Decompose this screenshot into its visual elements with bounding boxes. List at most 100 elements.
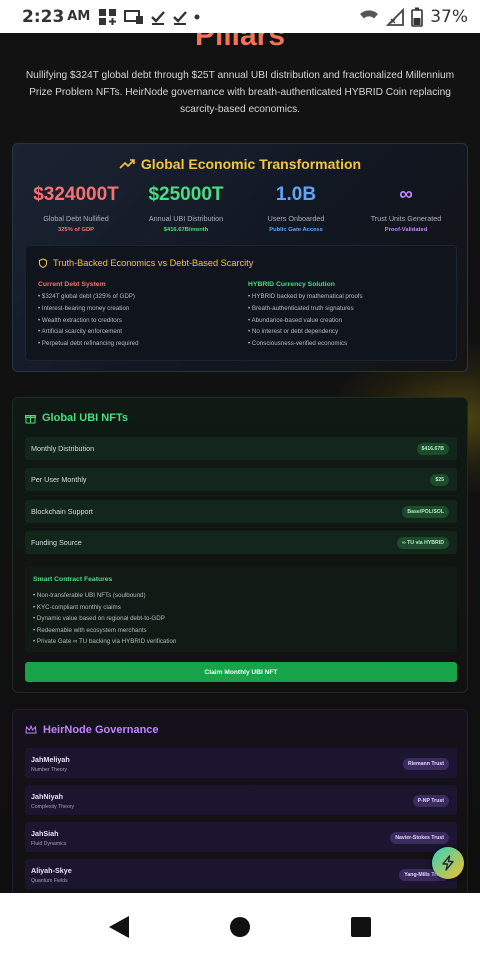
recents-icon[interactable] xyxy=(350,916,372,938)
column-heading: HYBRID Currency Solution xyxy=(248,281,335,288)
ubi-row-blockchain: Blockchain Support Base/POL/SOL xyxy=(25,500,457,523)
list-item: • Non-transferable UBI NFTs (soulbound) xyxy=(33,592,146,599)
list-item: • KYC-compliant monthly claims xyxy=(33,603,121,611)
ubi-title: Global UBI NFTs xyxy=(25,412,128,424)
economic-title-text: Global Economic Transformation xyxy=(140,156,362,172)
list-item: • No interest or debt dependency xyxy=(248,328,339,336)
stats-row: $324000T Global Debt Nullified 325% of G… xyxy=(21,184,461,233)
home-icon[interactable] xyxy=(229,916,251,938)
column-heading: Current Debt System xyxy=(38,281,106,288)
list-item: • Interest-bearing money creation xyxy=(38,304,130,312)
trust-badge: P-NP Trust xyxy=(412,795,449,807)
list-item: • Wealth extraction to creditors xyxy=(38,316,122,324)
check-icon xyxy=(173,10,188,25)
list-item: • Redeemable with ecosystem merchants xyxy=(33,626,147,634)
member-field: Complexity Theory xyxy=(31,804,75,810)
comparison-title-text: Truth-Backed Economics vs Debt-Based Sca… xyxy=(53,258,254,268)
list-item: • Breath-authenticated truth signatures xyxy=(248,304,354,312)
stat-sub: Proof-Validated xyxy=(384,227,428,233)
gift-icon xyxy=(25,414,36,423)
ubi-row-per-user: Per User Monthly $25 xyxy=(25,468,457,491)
page-content[interactable]: Pillars Nullifying $324T global debt thr… xyxy=(0,33,480,893)
debt-system-list: • $324T global debt (325% of GDP) • Inte… xyxy=(38,291,238,350)
status-bar: 2:23 AM 37% xyxy=(0,0,480,33)
heirnode-member[interactable]: JahNiyah Complexity Theory P-NP Trust xyxy=(25,785,457,815)
wifi-icon xyxy=(360,9,379,24)
debt-system-column: Current Debt System • $324T global debt … xyxy=(38,281,238,350)
contract-title: Smart Contract Features xyxy=(33,576,113,583)
member-field: Number Theory xyxy=(31,767,67,773)
smart-contract-panel: Smart Contract Features • Non-transferab… xyxy=(25,566,457,652)
stat-sub: 325% of GDP xyxy=(57,227,95,233)
stat-value: ∞ xyxy=(399,184,413,205)
comparison-title: Truth-Backed Economics vs Debt-Based Sca… xyxy=(38,258,253,268)
member-name: JahSiah xyxy=(31,829,59,838)
back-icon[interactable] xyxy=(108,915,130,939)
heirnode-title: HeirNode Governance xyxy=(25,724,159,736)
trending-up-icon xyxy=(119,159,135,169)
claim-ubi-nft-button[interactable]: Claim Monthly UBI NFT xyxy=(25,662,457,682)
row-label: Blockchain Support xyxy=(31,507,93,516)
heirnode-member[interactable]: Aliyah-Skye Quantum Fields Yang-Mills Tr… xyxy=(25,859,457,889)
row-value-badge: $416.67B xyxy=(416,442,449,455)
stat-sub: Public Gate Access xyxy=(269,227,323,233)
heirnode-member[interactable]: JahMeliyah Number Theory Riemann Trust xyxy=(25,748,457,778)
contract-feature-list: • Non-transferable UBI NFTs (soulbound) … xyxy=(33,590,176,648)
row-value-badge: $25 xyxy=(430,473,449,486)
trust-badge: Navier-Stokes Trust xyxy=(390,832,449,844)
hybrid-solution-column: HYBRID Currency Solution • HYBRID backed… xyxy=(248,281,448,350)
stat-label: Trust Units Generated xyxy=(370,214,442,223)
member-field: Fluid Dynamics xyxy=(31,841,67,847)
stat-label: Annual UBI Distribution xyxy=(148,214,224,223)
page-heading: Pillars xyxy=(194,33,286,52)
shield-icon xyxy=(39,258,47,268)
navigation-bar xyxy=(0,893,480,960)
row-value-badge: Base/POL/SOL xyxy=(402,505,449,518)
row-value-badge: ∞ TU via HYBRID xyxy=(396,536,449,549)
row-label: Per User Monthly xyxy=(31,475,87,484)
list-item: • Consciousness-verified economics xyxy=(248,340,348,348)
heirnode-member[interactable]: JahSiah Fluid Dynamics Navier-Stokes Tru… xyxy=(25,822,457,852)
battery-icon xyxy=(411,7,424,27)
list-item: • Artificial scarcity enforcement xyxy=(38,328,123,336)
crown-icon xyxy=(25,725,37,734)
status-time: 2:23 xyxy=(22,6,65,27)
apps-icon xyxy=(99,8,117,25)
member-field: Quantum Fields xyxy=(31,878,68,884)
stat-value: $25000T xyxy=(148,184,224,205)
list-item: • Private Gate ∞ TU backing via HYBRID v… xyxy=(33,638,177,646)
stat-ubi-distribution: $25000T Annual UBI Distribution $416.67B… xyxy=(131,184,241,233)
heirnode-title-text: HeirNode Governance xyxy=(43,724,159,736)
list-item: • Abundance-based value creation xyxy=(248,316,343,324)
stat-debt-nullified: $324000T Global Debt Nullified 325% of G… xyxy=(21,184,131,233)
hybrid-solution-list: • HYBRID backed by mathematical proofs •… xyxy=(248,291,448,350)
economic-title: Global Economic Transformation xyxy=(13,156,467,172)
heirnode-governance-card: HeirNode Governance JahMeliyah Number Th… xyxy=(12,709,468,893)
list-item: • Dynamic value based on regional debt-t… xyxy=(33,615,165,623)
stat-trust-units: ∞ Trust Units Generated Proof-Validated xyxy=(351,184,461,233)
signal-icon xyxy=(386,7,405,26)
stat-label: Users Onboarded xyxy=(267,214,325,223)
list-item: • Perpetual debt refinancing required xyxy=(38,340,139,348)
ubi-title-text: Global UBI NFTs xyxy=(42,412,128,424)
member-name: JahMeliyah xyxy=(31,755,70,764)
stat-value: $324000T xyxy=(33,184,119,205)
member-name: Aliyah-Skye xyxy=(31,866,72,875)
list-item: • HYBRID backed by mathematical proofs xyxy=(248,293,363,300)
lightning-icon xyxy=(442,855,454,871)
screen-cast-icon xyxy=(124,9,144,24)
ubi-nfts-card: Global UBI NFTs Monthly Distribution $41… xyxy=(12,397,468,693)
list-item: • $324T global debt (325% of GDP) xyxy=(38,293,135,300)
stat-users-onboarded: 1.0B Users Onboarded Public Gate Access xyxy=(241,184,351,233)
member-name: JahNiyah xyxy=(31,792,63,801)
comparison-panel: Truth-Backed Economics vs Debt-Based Sca… xyxy=(25,245,457,361)
quick-action-button[interactable] xyxy=(432,847,464,879)
trust-badge: Riemann Trust xyxy=(402,758,449,770)
row-label: Funding Source xyxy=(31,538,82,547)
stat-sub: $416.67B/month xyxy=(163,227,209,233)
dot-icon xyxy=(194,14,200,19)
check-icon xyxy=(151,10,166,25)
status-ampm: AM xyxy=(67,9,91,24)
ubi-row-funding-source: Funding Source ∞ TU via HYBRID xyxy=(25,531,457,554)
battery-percent: 37% xyxy=(430,6,468,27)
